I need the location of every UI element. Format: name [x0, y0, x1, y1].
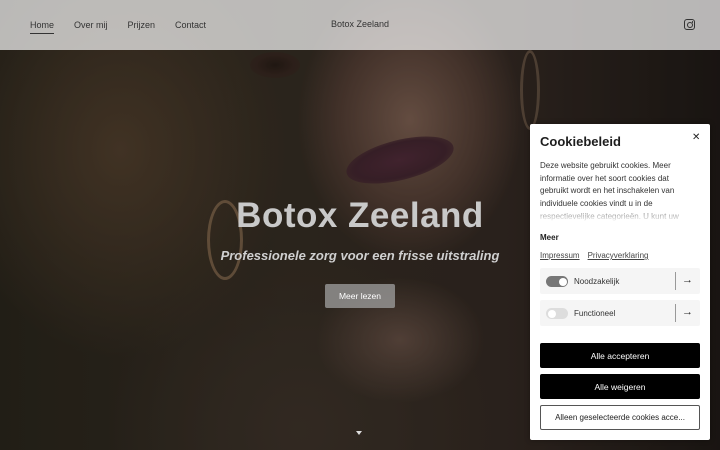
close-icon[interactable]: ✕	[692, 132, 700, 143]
option-label: Noodzakelijk	[574, 277, 620, 286]
accept-selected-button[interactable]: Alleen geselecteerde cookies acce...	[540, 405, 700, 430]
cookie-description: Deze website gebruikt cookies. Meer info…	[540, 160, 682, 222]
option-divider	[675, 304, 676, 322]
necessary-toggle[interactable]	[546, 276, 568, 287]
option-label: Functioneel	[574, 309, 616, 318]
option-divider	[675, 272, 676, 290]
arrow-right-icon[interactable]: →	[682, 306, 693, 318]
toggle-knob	[558, 277, 567, 286]
reject-all-button[interactable]: Alle weigeren	[540, 374, 700, 399]
chevron-down-icon[interactable]	[356, 431, 362, 435]
more-toggle[interactable]: Meer	[540, 233, 559, 242]
cookie-option-functional: Functioneel →	[540, 300, 700, 326]
cookie-option-necessary: Noodzakelijk →	[540, 268, 700, 294]
site-brand[interactable]: Botox Zeeland	[0, 19, 720, 29]
read-more-button[interactable]: Meer lezen	[325, 284, 395, 308]
arrow-right-icon[interactable]: →	[682, 274, 693, 286]
instagram-icon[interactable]	[684, 19, 695, 30]
privacy-link[interactable]: Privacyverklaring	[588, 251, 649, 260]
accept-all-button[interactable]: Alle accepteren	[540, 343, 700, 368]
site-header: Home Over mij Prijzen Contact Botox Zeel…	[0, 0, 720, 50]
functional-toggle[interactable]	[546, 308, 568, 319]
cookie-panel-title: Cookiebeleid	[540, 134, 621, 149]
impressum-link[interactable]: Impressum	[540, 251, 580, 260]
accept-selected-label: Alleen geselecteerde cookies acce...	[555, 413, 685, 422]
cookie-links: Impressum Privacyverklaring	[540, 251, 648, 260]
toggle-knob	[547, 309, 556, 318]
cookie-panel: Cookiebeleid ✕ Deze website gebruikt coo…	[530, 124, 710, 440]
